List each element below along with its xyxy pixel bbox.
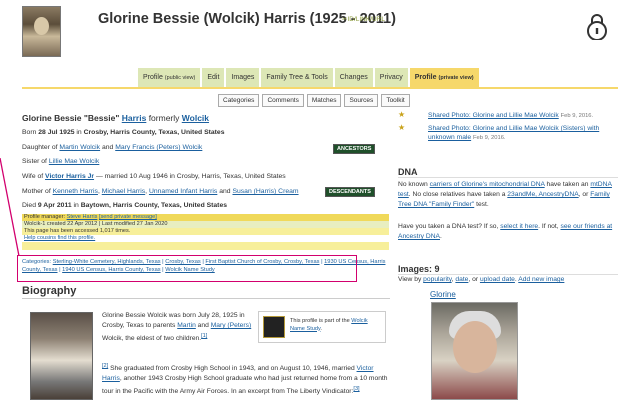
biography-paragraph: Glorine Bessie Wolcik was born July 28, … bbox=[102, 312, 252, 343]
name-study-icon bbox=[263, 316, 285, 338]
add-image-link[interactable]: Add new image bbox=[518, 276, 564, 283]
parents-line: Daughter of Martin Wolcik and Mary Franc… bbox=[22, 144, 203, 151]
surname-married-link[interactable]: Harris bbox=[122, 113, 147, 123]
bio-father-link[interactable]: Martin bbox=[177, 322, 196, 329]
profile-manager-box: Profile manager: Steve Harris [send priv… bbox=[22, 214, 389, 250]
highlight-box bbox=[17, 255, 357, 282]
father-link[interactable]: Martin Wolcik bbox=[59, 144, 100, 151]
wikitree-id[interactable]: ✂ID/LINK/URL bbox=[342, 15, 385, 23]
footnote-link[interactable]: [2] bbox=[102, 363, 108, 369]
husband-link[interactable]: Victor Harris Jr bbox=[45, 173, 94, 180]
tab-privacy[interactable]: Privacy bbox=[374, 68, 408, 87]
tab-divider bbox=[22, 87, 618, 89]
profile-tabs: Profile (public view) Edit Images Family… bbox=[138, 68, 479, 87]
manager-link[interactable]: Steve Harris bbox=[67, 214, 98, 220]
tab-profile-public[interactable]: Profile (public view) bbox=[138, 68, 201, 87]
subtab-toolkit[interactable]: Toolkit bbox=[381, 94, 410, 107]
image-view-options: View by popularity, date, or upload date… bbox=[398, 276, 565, 283]
surname-birth-link[interactable]: Wolcik bbox=[182, 113, 209, 123]
view-upload-date-link[interactable]: upload date bbox=[480, 276, 515, 283]
star-icon: ★ bbox=[398, 123, 406, 132]
sibling-link[interactable]: Lillie Mae Wolcik bbox=[49, 158, 100, 165]
dna-paragraph: No known carriers of Glorine's mitochond… bbox=[398, 181, 612, 208]
heading-divider bbox=[398, 274, 618, 275]
shared-photo-link[interactable]: Shared Photo: Glorine and Lillie Mae Wol… bbox=[428, 112, 559, 119]
child-link[interactable]: Susan (Harris) Cream bbox=[232, 188, 298, 195]
biography-paragraph: [2] She graduated from Crosby High Schoo… bbox=[102, 363, 388, 396]
wedding-photo[interactable] bbox=[30, 312, 93, 400]
subtab-categories[interactable]: Categories bbox=[218, 94, 260, 107]
profile-image[interactable] bbox=[431, 302, 518, 400]
name-study-box: This profile is part of the Wolcik Name … bbox=[258, 311, 386, 343]
help-cousins-link[interactable]: Help cousins find this profile. bbox=[22, 235, 389, 242]
mtdna-carriers-link[interactable]: carriers of Glorine's mitochondrial DNA bbox=[430, 181, 545, 188]
dna-question: Have you taken a DNA test? If so, select… bbox=[398, 223, 613, 240]
dna-test-link[interactable]: 23andMe, AncestryDNA bbox=[507, 191, 578, 198]
subtab-comments[interactable]: Comments bbox=[262, 94, 304, 107]
select-test-link[interactable]: select it here bbox=[500, 223, 538, 230]
mother-link[interactable]: Mary Francis (Peters) Wolcik bbox=[115, 144, 202, 151]
bio-mother-link[interactable]: Mary (Peters) bbox=[211, 322, 252, 329]
descendants-button[interactable]: DESCENDANTS bbox=[325, 187, 375, 197]
children-line: Mother of Kenneth Harris, Michael Harris… bbox=[22, 188, 299, 195]
sibling-line: Sister of Lillie Mae Wolcik bbox=[22, 158, 100, 165]
footnote-link[interactable]: [3] bbox=[353, 386, 359, 392]
send-message-link[interactable]: [send private message] bbox=[99, 214, 157, 220]
shared-photo-link[interactable]: Shared Photo: Glorine and Lillie Mae Wol… bbox=[428, 125, 599, 141]
lock-icon[interactable] bbox=[586, 13, 608, 40]
heading-divider bbox=[22, 298, 390, 299]
born-line: Born 28 Jul 1925 in Crosby, Harris Count… bbox=[22, 129, 225, 136]
created-line: Wolcik-1 created 22 Apr 2012 | Last modi… bbox=[22, 221, 389, 228]
sub-tabs: Categories Comments Matches Sources Tool… bbox=[218, 94, 410, 107]
image-caption-link[interactable]: Glorine bbox=[430, 290, 456, 299]
person-name: Glorine Bessie "Bessie" Harris formerly … bbox=[22, 113, 210, 123]
heading-divider bbox=[398, 177, 618, 178]
ancestors-button[interactable]: ANCESTORS bbox=[333, 144, 376, 154]
subtab-sources[interactable]: Sources bbox=[344, 94, 379, 107]
tab-profile-private[interactable]: Profile (private view) bbox=[409, 68, 479, 87]
tab-images[interactable]: Images bbox=[226, 68, 260, 87]
child-link[interactable]: Kenneth Harris bbox=[53, 188, 98, 195]
profile-portrait[interactable] bbox=[22, 6, 61, 57]
dna-heading: DNA bbox=[398, 167, 418, 177]
biography-heading: Biography bbox=[22, 285, 77, 297]
subtab-matches[interactable]: Matches bbox=[306, 94, 342, 107]
manager-line: Profile manager: Steve Harris [send priv… bbox=[22, 214, 389, 221]
tab-changes[interactable]: Changes bbox=[334, 68, 373, 87]
highlight-arrow bbox=[0, 158, 20, 257]
star-icon: ★ bbox=[398, 110, 406, 119]
view-popularity-link[interactable]: popularity bbox=[423, 276, 452, 283]
tab-family-tree-tools[interactable]: Family Tree & Tools bbox=[261, 68, 333, 87]
died-line: Died 9 Apr 2011 in Baytown, Harris Count… bbox=[22, 202, 228, 209]
child-link[interactable]: Michael Harris bbox=[102, 188, 145, 195]
spouse-line: Wife of Victor Harris Jr — married 10 Au… bbox=[22, 173, 286, 180]
child-link[interactable]: Unnamed Infant Harris bbox=[149, 188, 217, 195]
accessed-line: This page has been accessed 1,017 times. bbox=[24, 228, 131, 234]
images-heading: Images: 9 bbox=[398, 264, 440, 274]
view-date-link[interactable]: date bbox=[455, 276, 468, 283]
tab-edit[interactable]: Edit bbox=[202, 68, 225, 87]
footnote-link[interactable]: [1] bbox=[201, 333, 207, 339]
